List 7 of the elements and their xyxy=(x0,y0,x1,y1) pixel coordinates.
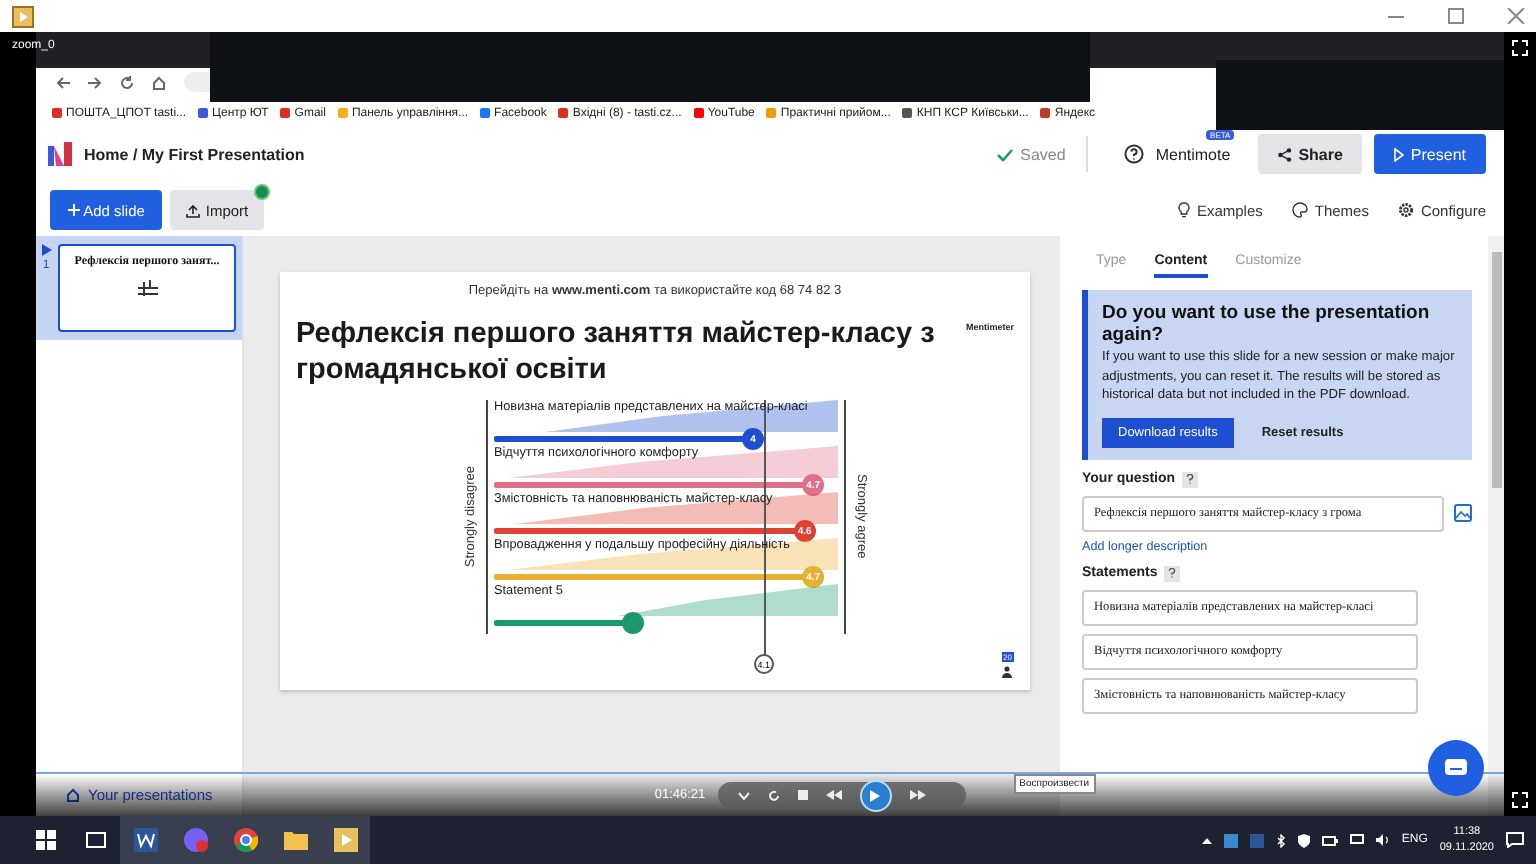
slide-title: Рефлексія першого заняття майстер-класу з громадянської освіти xyxy=(296,316,937,388)
saved-status: Saved xyxy=(1020,145,1066,163)
breadcrumb: Home / My First Presentation xyxy=(84,145,307,163)
notice-title: Do you want to use the presentation again? xyxy=(1102,302,1432,346)
mentimote-link[interactable]: Mentimote xyxy=(1155,145,1231,163)
present-button[interactable]: Present xyxy=(1374,134,1486,174)
share-button[interactable]: Share xyxy=(1258,134,1363,174)
